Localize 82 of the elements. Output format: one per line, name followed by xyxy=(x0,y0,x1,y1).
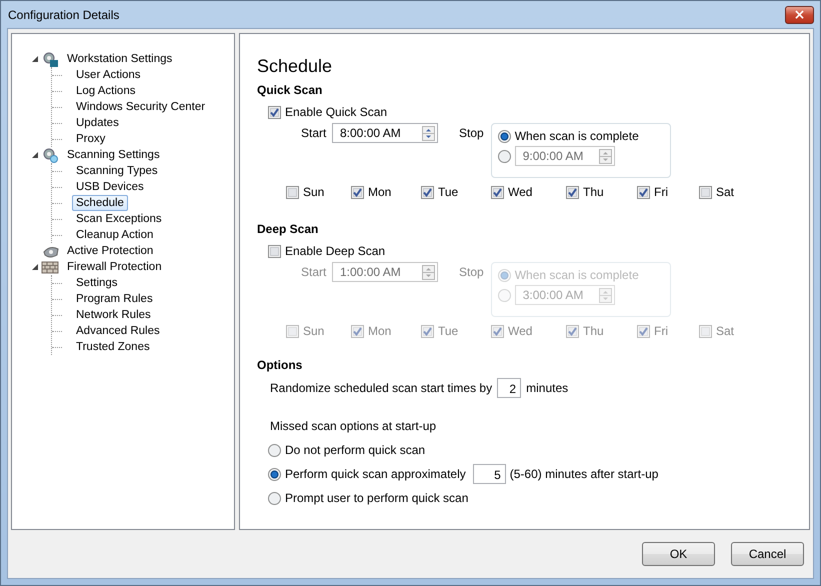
radio-label: When scan is complete xyxy=(514,129,639,143)
tree-item[interactable]: USB Devices xyxy=(72,179,148,195)
day-label: Fri xyxy=(654,185,668,199)
tree-item[interactable]: Trusted Zones xyxy=(72,339,154,355)
dialog-button[interactable]: Cancel xyxy=(731,542,804,566)
minutes-field[interactable]: 5 xyxy=(472,464,506,484)
spin-button[interactable] xyxy=(422,126,435,140)
collapse-icon[interactable] xyxy=(31,151,39,159)
tree-item[interactable]: Settings xyxy=(72,275,122,291)
day-label: Sun xyxy=(303,324,324,338)
section-heading: Quick Scan xyxy=(257,83,324,97)
day-label: Thu xyxy=(583,185,604,199)
radio-button[interactable] xyxy=(498,150,511,162)
checkbox[interactable] xyxy=(566,186,579,198)
radio-label: Prompt user to perform quick scan xyxy=(285,491,468,505)
tree-item[interactable]: Log Actions xyxy=(72,83,140,99)
tree-item[interactable]: Cleanup Action xyxy=(72,227,158,243)
randomize-label: Randomize scheduled scan start times by xyxy=(270,381,492,395)
unit-label: minutes xyxy=(526,381,568,395)
collapse-icon[interactable] xyxy=(31,55,39,63)
checkbox[interactable] xyxy=(268,106,281,118)
stop-label: Stop xyxy=(459,265,484,279)
time-field[interactable]: 9:00:00 AM xyxy=(514,146,615,166)
checkbox-label: Enable Quick Scan xyxy=(285,105,388,119)
checkbox[interactable] xyxy=(351,186,364,198)
checkbox[interactable] xyxy=(637,186,650,198)
tree-item[interactable]: Schedule xyxy=(72,195,128,211)
day-label: Mon xyxy=(368,185,392,199)
checkbox[interactable] xyxy=(699,186,712,198)
gear-icon xyxy=(41,147,59,163)
checkbox[interactable] xyxy=(491,186,504,198)
page-title: Schedule xyxy=(257,56,334,77)
tree-item[interactable]: Workstation Settings xyxy=(63,51,176,67)
day-label: Sun xyxy=(303,185,324,199)
tree-item[interactable]: Scanning Types xyxy=(72,163,162,179)
radio-label: When scan is complete xyxy=(514,268,639,282)
radio-button[interactable] xyxy=(268,492,281,504)
start-label: Start xyxy=(301,265,328,279)
dialog-button[interactable]: OK xyxy=(642,542,715,566)
start-label: Start xyxy=(301,126,328,140)
tree-item[interactable]: Program Rules xyxy=(72,291,157,307)
tree-item[interactable]: Network Rules xyxy=(72,307,155,323)
tree-item[interactable]: Scanning Settings xyxy=(63,147,164,163)
tree-item[interactable]: Updates xyxy=(72,115,123,131)
tree-item[interactable]: Firewall Protection xyxy=(63,259,166,275)
day-label: Fri xyxy=(654,324,668,338)
tree-item[interactable]: User Actions xyxy=(72,67,145,83)
day-label: Tue xyxy=(438,324,458,338)
close-button[interactable]: × xyxy=(785,6,814,24)
window-title: Configuration Details xyxy=(8,8,120,22)
spin-button[interactable] xyxy=(598,148,612,164)
day-label: Thu xyxy=(583,324,604,338)
section-heading: Deep Scan xyxy=(257,222,320,236)
day-label: Sat xyxy=(716,185,734,199)
brick-wall-icon xyxy=(41,259,59,275)
radio-button[interactable] xyxy=(268,468,281,480)
checkbox-label: Enable Deep Scan xyxy=(285,244,386,258)
radio-label: Do not perform quick scan xyxy=(285,443,426,457)
minutes-field[interactable]: 2 xyxy=(497,378,522,398)
day-label: Wed xyxy=(508,324,532,338)
day-label: Tue xyxy=(438,185,458,199)
tree-item[interactable]: Windows Security Center xyxy=(72,99,210,115)
range-label: (5-60) minutes after start-up xyxy=(510,467,658,481)
day-label: Wed xyxy=(508,185,532,199)
day-label: Mon xyxy=(368,324,392,338)
day-label: Sat xyxy=(716,324,734,338)
tree-item[interactable]: Active Protection xyxy=(63,243,158,259)
radio-label: Perform quick scan approximately xyxy=(285,467,466,481)
tree-item[interactable]: Advanced Rules xyxy=(72,323,164,339)
tree-item[interactable]: Scan Exceptions xyxy=(72,211,166,227)
collapse-icon[interactable] xyxy=(31,263,39,271)
radio-button[interactable] xyxy=(498,130,511,142)
radio-button[interactable] xyxy=(268,444,281,456)
spin-button[interactable] xyxy=(422,264,435,280)
section-heading: Options xyxy=(257,358,304,372)
time-field[interactable]: 8:00:00 AM xyxy=(332,123,438,143)
stop-label: Stop xyxy=(459,126,484,140)
missed-scan-label: Missed scan options at start-up xyxy=(270,419,438,433)
gear-icon xyxy=(41,51,59,67)
checkbox[interactable] xyxy=(286,186,299,198)
checkbox[interactable] xyxy=(421,186,434,198)
tree-item[interactable]: Proxy xyxy=(72,131,110,147)
